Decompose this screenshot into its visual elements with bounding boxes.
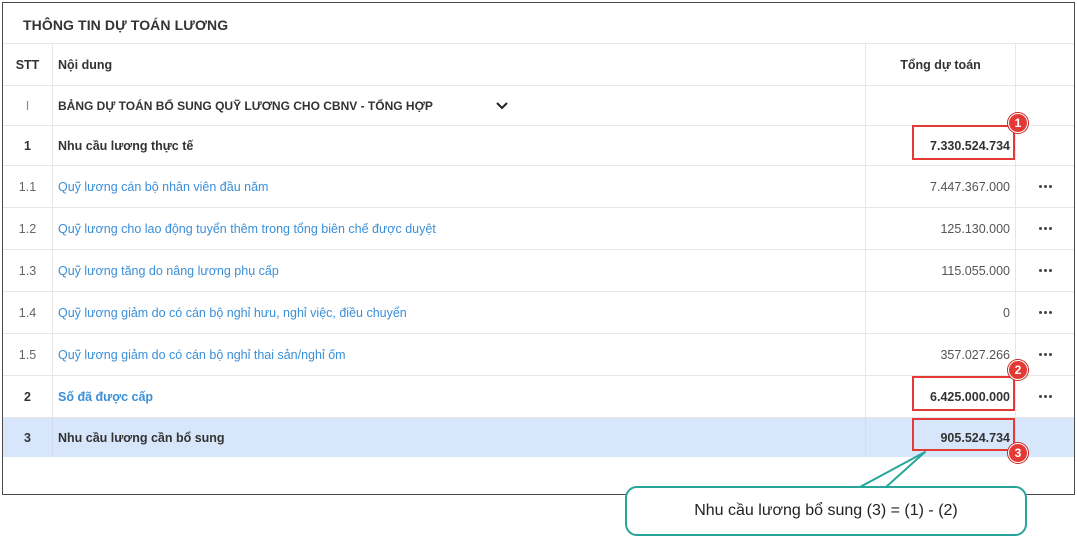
- row-action: [1016, 126, 1074, 165]
- row-total: 6.425.000.000: [866, 376, 1016, 417]
- panel-title: THÔNG TIN DỰ TOÁN LƯƠNG: [23, 17, 229, 33]
- table-row[interactable]: 1.3 Quỹ lương tăng do nâng lương phụ cấp…: [3, 249, 1074, 291]
- salary-estimate-table: STT Nội dung Tổng dự toán I BẢNG DỰ TOÁN…: [3, 43, 1074, 457]
- row-total: 125.130.000: [866, 208, 1016, 249]
- annotation-badge-3: 3: [1008, 443, 1028, 463]
- more-horizontal-icon[interactable]: [1038, 185, 1052, 188]
- row-content-link[interactable]: Quỹ lương cán bộ nhân viên đầu năm: [53, 166, 866, 207]
- row-content: BẢNG DỰ TOÁN BỔ SUNG QUỸ LƯƠNG CHO CBNV …: [53, 86, 866, 125]
- row-stt: I: [3, 86, 53, 125]
- table-row[interactable]: 2 Số đã được cấp 6.425.000.000: [3, 375, 1074, 417]
- row-stt: 3: [3, 418, 53, 457]
- annotation-badge-1: 1: [1008, 113, 1028, 133]
- row-stt: 1.1: [3, 166, 53, 207]
- row-action: [1016, 166, 1074, 207]
- more-horizontal-icon[interactable]: [1038, 353, 1052, 356]
- table-row[interactable]: 1.1 Quỹ lương cán bộ nhân viên đầu năm 7…: [3, 165, 1074, 207]
- row-total: 0: [866, 292, 1016, 333]
- header-content: Nội dung: [53, 44, 866, 85]
- row-content-link[interactable]: Quỹ lương cho lao động tuyển thêm trong …: [53, 208, 866, 249]
- row-stt: 1.4: [3, 292, 53, 333]
- table-row-section: I BẢNG DỰ TOÁN BỔ SUNG QUỸ LƯƠNG CHO CBN…: [3, 85, 1074, 125]
- row-stt: 1: [3, 126, 53, 165]
- row-content: Nhu cầu lương thực tế: [53, 126, 866, 165]
- row-action: [1016, 376, 1074, 417]
- chevron-down-icon[interactable]: [495, 99, 509, 113]
- table-row[interactable]: 1.4 Quỹ lương giảm do có cán bộ nghỉ hưu…: [3, 291, 1074, 333]
- header-total: Tổng dự toán: [866, 44, 1016, 85]
- row-stt: 1.5: [3, 334, 53, 375]
- header-action: [1016, 44, 1074, 85]
- row-content-link[interactable]: Số đã được cấp: [53, 376, 866, 417]
- annotation-badge-2: 2: [1008, 360, 1028, 380]
- row-stt: 1.3: [3, 250, 53, 291]
- row-action: [1016, 292, 1074, 333]
- row-total: [866, 86, 1016, 125]
- row-stt: 2: [3, 376, 53, 417]
- row-content-link[interactable]: Quỹ lương giảm do có cán bộ nghỉ hưu, ng…: [53, 292, 866, 333]
- more-horizontal-icon[interactable]: [1038, 227, 1052, 230]
- table-row-selected[interactable]: 3 Nhu cầu lương cần bổ sung 905.524.734: [3, 417, 1074, 457]
- more-horizontal-icon[interactable]: [1038, 311, 1052, 314]
- formula-callout: Nhu cầu lương bổ sung (3) = (1) - (2): [625, 486, 1027, 536]
- row-stt: 1.2: [3, 208, 53, 249]
- header-stt: STT: [3, 44, 53, 85]
- salary-estimate-panel: THÔNG TIN DỰ TOÁN LƯƠNG STT Nội dung Tổn…: [2, 2, 1075, 495]
- row-total: 357.027.266: [866, 334, 1016, 375]
- row-action: [1016, 208, 1074, 249]
- table-row[interactable]: 1.2 Quỹ lương cho lao động tuyển thêm tr…: [3, 207, 1074, 249]
- row-action: [1016, 250, 1074, 291]
- row-total: 7.447.367.000: [866, 166, 1016, 207]
- row-total: 115.055.000: [866, 250, 1016, 291]
- row-content: Nhu cầu lương cần bổ sung: [53, 418, 866, 457]
- row-total: 905.524.734: [866, 418, 1016, 457]
- row-content-link[interactable]: Quỹ lương tăng do nâng lương phụ cấp: [53, 250, 866, 291]
- table-row[interactable]: 1.5 Quỹ lương giảm do có cán bộ nghỉ tha…: [3, 333, 1074, 375]
- row-total: 7.330.524.734: [866, 126, 1016, 165]
- more-horizontal-icon[interactable]: [1038, 269, 1052, 272]
- more-horizontal-icon[interactable]: [1038, 395, 1052, 398]
- table-row[interactable]: 1 Nhu cầu lương thực tế 7.330.524.734: [3, 125, 1074, 165]
- section-title: BẢNG DỰ TOÁN BỔ SUNG QUỸ LƯƠNG CHO CBNV …: [58, 98, 433, 113]
- row-content-link[interactable]: Quỹ lương giảm do có cán bộ nghỉ thai sả…: [53, 334, 866, 375]
- table-header: STT Nội dung Tổng dự toán: [3, 43, 1074, 85]
